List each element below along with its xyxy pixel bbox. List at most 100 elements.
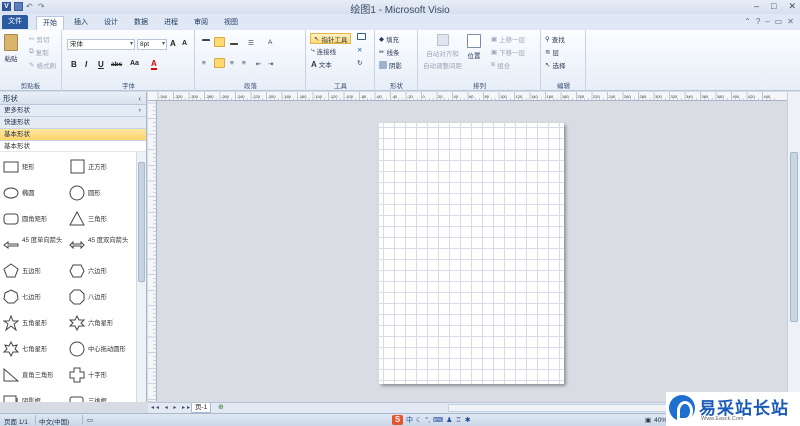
select-button[interactable]: ↖ 选择 [545,60,565,70]
shape-item[interactable]: 椭圆 [0,182,68,206]
shape-item[interactable]: 六角星形 [66,312,134,336]
shapes-scrollbar[interactable] [136,152,146,402]
ime-moon-icon[interactable]: ☾ [416,416,422,424]
change-case-button[interactable]: Aa [130,60,139,67]
shape-item[interactable]: 圆角矩形 [0,208,68,232]
shape-item[interactable]: 五角星形 [0,312,68,336]
tab-review[interactable]: 审阅 [188,16,214,30]
align-right-button[interactable]: ≡ [230,60,234,67]
format-painter-button[interactable]: ✎ 格式刷 [29,60,56,70]
drawing-canvas[interactable] [158,101,787,401]
copy-button[interactable]: ⧉ 复制 [29,47,49,57]
shape-item[interactable]: 八边形 [66,286,134,310]
increase-indent-button[interactable]: ⇥ [268,60,273,68]
ime-shirt-icon[interactable]: ♖ [455,416,461,424]
italic-button[interactable]: I [85,60,87,69]
ime-punct-icon[interactable]: °, [425,417,430,424]
minimize-ribbon-icon[interactable]: ⌃ [744,17,751,26]
drawing-page[interactable] [379,123,564,384]
shape-item[interactable]: 五边形 [0,260,68,284]
tab-design[interactable]: 设计 [98,16,124,30]
rotate-tool-button[interactable]: ↻ [357,59,362,67]
fit-page-icon[interactable]: ▣ [645,416,651,424]
help-icon[interactable]: ? [756,17,760,26]
align-center-button[interactable] [214,58,225,68]
font-name-combo[interactable]: 宋体 [67,39,135,50]
tab-file[interactable]: 文件 [2,15,28,29]
auto-align-button[interactable]: 自动对齐和 自动调整间距 [423,34,462,70]
underline-button[interactable]: U [98,60,104,69]
paste-button[interactable]: 粘贴 [4,34,18,63]
text-tool-button[interactable]: A 文本 [311,59,332,70]
bold-button[interactable]: B [71,60,77,69]
pointer-tool-button[interactable]: ↖ 指针工具 [310,33,352,44]
shrink-font-button[interactable]: A [182,40,187,47]
rectangle-tool-button[interactable] [357,33,366,40]
shape-item[interactable]: 直角三角形 [0,364,68,388]
shape-item[interactable]: 七边形 [0,286,68,310]
doc-restore-icon[interactable]: ▭ [775,17,783,26]
shape-item[interactable]: 45 度单向箭头 [0,234,68,258]
tab-insert[interactable]: 插入 [68,16,94,30]
shape-item[interactable]: 圆形 [66,182,134,206]
ime-user-icon[interactable]: ♟ [446,416,452,424]
page-tab[interactable]: 页-1 [191,403,212,413]
connection-point-button[interactable]: ✕ [357,46,362,54]
page-indicator[interactable]: 页面 1/1 [4,416,28,426]
close-button[interactable]: ✕ [788,1,796,12]
align-left-button[interactable]: ≡ [202,60,206,67]
connector-button[interactable]: ⤷ 连接线 [311,46,336,56]
shape-item[interactable]: 45 度双向箭头 [66,234,134,258]
shape-item[interactable]: 矩形 [0,156,68,180]
basic-shapes-item[interactable]: 基本形状 [0,129,146,141]
shape-item[interactable]: 七角星形 [0,338,68,362]
more-shapes-item[interactable]: 更多形状 › [0,105,146,117]
justify-button[interactable]: ≡ [242,60,246,67]
maximize-button[interactable]: □ [771,1,776,12]
doc-minimize-icon[interactable]: – [765,17,769,26]
doc-close-icon[interactable]: ✕ [787,17,794,26]
send-backward-button[interactable]: ▣ 下移一层 [491,47,525,57]
grow-font-button[interactable]: A [170,39,176,48]
shape-item[interactable]: 正方形 [66,156,134,180]
align-middle-button[interactable] [214,37,225,47]
shape-item[interactable]: 中心拖动圆形 [66,338,134,362]
page-navigation[interactable]: ◂◂ ◂ ▸ ▸▸ [151,404,192,411]
line-button[interactable]: ✏ 线条 [379,47,399,57]
shape-item[interactable]: 六边形 [66,260,134,284]
position-button[interactable]: 位置 [467,34,481,60]
language-indicator[interactable]: 中文(中国) [39,416,69,426]
fill-button[interactable]: ◆ 填充 [379,34,399,44]
shape-item[interactable]: 十字形 [66,364,134,388]
bring-forward-button[interactable]: ▣ 上移一层 [491,34,525,44]
cut-button[interactable]: ✂ 剪切 [29,34,49,44]
align-bottom-button[interactable] [230,39,238,45]
insert-page-icon[interactable]: ⊕ [218,403,224,411]
tab-process[interactable]: 进程 [158,16,184,30]
font-size-combo[interactable]: 8pt [137,39,167,50]
group-button[interactable]: ⧈ 组合 [491,60,510,70]
vertical-scroll-thumb[interactable] [790,152,798,322]
font-color-button[interactable]: A [151,60,157,70]
quick-shapes-item[interactable]: 快速形状 [0,117,146,129]
shape-item[interactable]: 阴影框 [0,390,68,402]
find-button[interactable]: ⚲ 查找 [545,34,565,44]
strikethrough-button[interactable]: abc [111,61,122,68]
vertical-scrollbar[interactable] [787,92,800,402]
scroll-thumb[interactable] [138,162,145,282]
ime-keyboard-icon[interactable]: ⌨ [433,416,443,424]
ime-tools-icon[interactable]: ✱ [465,416,471,424]
collapse-panel-icon[interactable]: ‹ [139,92,142,105]
macro-record-icon[interactable]: ▭ [87,416,93,424]
layers-button[interactable]: ≋ 层 [545,47,559,57]
text-direction-button[interactable]: A [268,39,272,46]
align-top-button[interactable] [202,39,210,45]
tab-home[interactable]: 开始 [36,16,64,30]
decrease-indent-button[interactable]: ⇤ [256,60,261,68]
bullets-button[interactable]: ☰ [248,39,254,47]
shape-item[interactable]: 三维框 [66,390,134,402]
shadow-button[interactable]: 阴影 [379,60,402,70]
tab-view[interactable]: 视图 [218,16,244,30]
ime-mode[interactable]: 中 [406,415,413,425]
horizontal-scrollbar[interactable] [448,404,678,412]
